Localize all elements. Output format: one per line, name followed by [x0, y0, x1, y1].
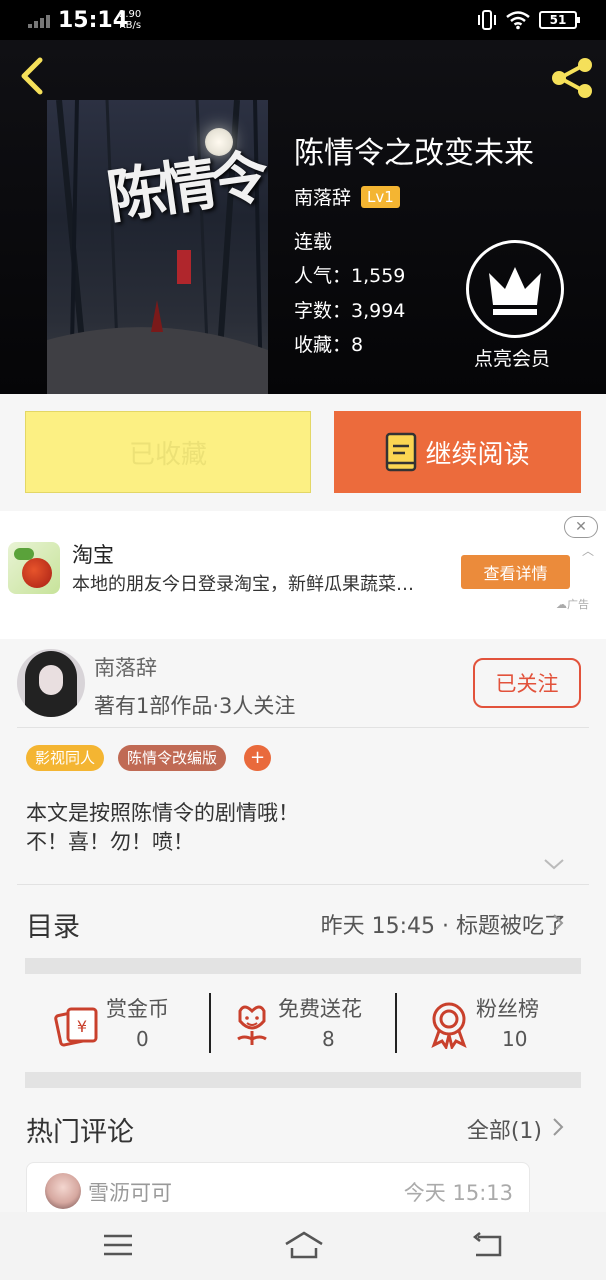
home-icon[interactable] [284, 1230, 324, 1260]
clock: 15:14 [58, 8, 129, 33]
commenter-avatar[interactable] [45, 1173, 81, 1209]
book-favorites: 收藏：8 [294, 334, 364, 356]
stat-label: 粉丝榜 [476, 997, 539, 1021]
book-popularity: 人气：1,559 [294, 265, 406, 287]
tag-chip[interactable]: 影视同人 [26, 745, 105, 771]
book-title: 陈情令之改变未来 [294, 136, 534, 171]
network-speed-unit: KB/s [119, 20, 142, 31]
commenter-name[interactable]: 雪沥可可 [88, 1177, 172, 1207]
vip-button[interactable] [466, 240, 564, 338]
book-author-name[interactable]: 南落辞 [294, 183, 351, 210]
divider [17, 884, 589, 885]
book-icon [386, 432, 417, 472]
vip-label[interactable]: 点亮会员 [474, 344, 550, 371]
medal-icon [431, 1002, 467, 1049]
cover-seal [177, 250, 191, 284]
ad-close-icon[interactable]: ✕ [564, 516, 598, 538]
ad-image [8, 542, 60, 594]
reward-coin-icon: ¥ [54, 1007, 98, 1047]
network-speed: 2.90 KB/s [119, 9, 141, 31]
book-word-count: 字数：3,994 [294, 300, 406, 322]
section-divider [25, 958, 581, 974]
toc-title[interactable]: 目录 [26, 905, 80, 944]
book-header: 陈情令 陈情令之改变未来 南落辞 Lv1 连载 人气：1,559 字数：3,99… [0, 40, 606, 394]
collected-button[interactable]: 已收藏 [25, 411, 311, 493]
author-avatar[interactable] [17, 649, 85, 717]
stat-value: 8 [322, 1027, 335, 1051]
back-icon[interactable] [12, 54, 52, 98]
send-flower-button[interactable]: 免费送花 8 [226, 993, 386, 1053]
divider [17, 727, 589, 728]
network-speed-value: 2.90 [119, 9, 142, 20]
vibrate-icon [478, 10, 496, 30]
reward-coin-button[interactable]: ¥ 赏金币 0 [50, 993, 200, 1053]
ad-collapse-icon[interactable]: ︿ [582, 542, 594, 559]
share-icon[interactable] [548, 56, 598, 100]
continue-reading-button[interactable]: 继续阅读 [334, 411, 581, 493]
ad-details-button[interactable]: 查看详情 [461, 555, 570, 589]
synopsis-line: 本文是按照陈情令的剧情哦！ [26, 801, 299, 825]
back-nav-icon[interactable] [470, 1230, 506, 1260]
signal-icon [28, 14, 54, 28]
continue-reading-label: 继续阅读 [425, 439, 530, 470]
stat-label: 免费送花 [278, 997, 362, 1021]
tag-chip[interactable]: 陈情令改编版 [118, 745, 227, 771]
menu-icon[interactable] [100, 1230, 136, 1260]
comment-time: 今天 15:13 [403, 1181, 513, 1205]
section-divider [25, 1072, 581, 1088]
level-badge: Lv1 [361, 185, 400, 208]
chevron-right-icon[interactable] [552, 913, 564, 933]
system-nav-bar [0, 1212, 606, 1280]
toc-latest-chapter[interactable]: 昨天 15:45 · 标题被吃了 [321, 908, 566, 940]
ad-title: 淘宝 [72, 543, 114, 567]
crown-icon [489, 267, 541, 315]
book-cover[interactable]: 陈情令 [47, 100, 268, 394]
fan-ranking-button[interactable]: 粉丝榜 10 [422, 993, 572, 1053]
stat-value: 0 [136, 1027, 149, 1051]
divider [209, 993, 211, 1053]
chevron-right-icon[interactable] [552, 1117, 564, 1137]
svg-text:¥: ¥ [77, 1017, 87, 1036]
flower-icon [237, 1005, 267, 1045]
all-comments-link[interactable]: 全部(1) [467, 1113, 542, 1145]
stat-value: 10 [502, 1027, 528, 1051]
ad-tag: ☁广告 [556, 598, 589, 611]
add-tag-button[interactable]: + [244, 745, 271, 771]
ad-tag-label: 广告 [567, 598, 589, 611]
bamboo-forest-illustration [47, 100, 268, 394]
status-bar: 15:14 2.90 KB/s 51 [0, 0, 606, 40]
author-stats: 著有1部作品·3人关注 [94, 694, 296, 718]
book-author: 南落辞 Lv1 [294, 183, 400, 210]
stat-label: 赏金币 [106, 997, 169, 1021]
book-status: 连载 [294, 231, 333, 253]
divider [395, 993, 397, 1053]
battery-icon: 51 [539, 11, 580, 29]
hot-comments-title: 热门评论 [26, 1117, 134, 1148]
ad-description: 本地的朋友今日登录淘宝，新鲜瓜果蔬菜… [72, 574, 414, 595]
author-name[interactable]: 南落辞 [94, 652, 157, 682]
synopsis-line: 不！喜！勿！喷！ [26, 830, 194, 854]
follow-button[interactable]: 已关注 [473, 658, 581, 708]
expand-chevron-icon[interactable] [543, 857, 565, 871]
wifi-icon [506, 11, 530, 30]
